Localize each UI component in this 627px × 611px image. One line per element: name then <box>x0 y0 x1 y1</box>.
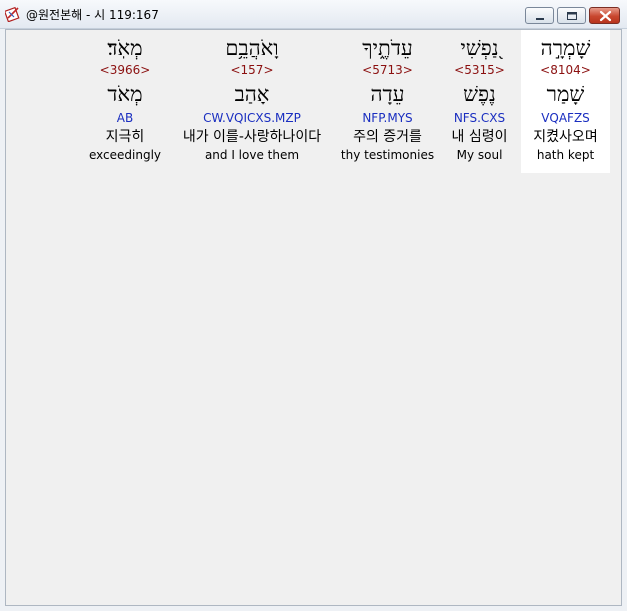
maximize-button[interactable] <box>557 7 586 24</box>
title-bar[interactable]: @원전본해 - 시 119:167 <box>0 0 627 29</box>
word-column[interactable]: וָאֹהֲבֵ֥ם <157> אָהַב CW.VQICXS.MZP 내가 … <box>167 30 337 173</box>
english-gloss: My soul <box>456 148 503 162</box>
strongs-number[interactable]: <157> <box>167 63 337 78</box>
strongs-number[interactable]: <5315> <box>438 63 521 78</box>
english-gloss: hath kept <box>536 148 595 162</box>
hebrew-lemma: אָהַב <box>234 82 270 106</box>
word-column[interactable]: נַ֭פְשִׁי <5315> נֶפֶשׁ NFS.CXS 내 심령이 My… <box>438 30 521 173</box>
maximize-icon <box>567 12 577 20</box>
morphology-code: NFS.CXS <box>453 111 506 125</box>
minimize-button[interactable] <box>525 7 554 24</box>
bible-app-icon <box>3 6 21 23</box>
hebrew-lemma: עֵדָה <box>370 82 405 106</box>
word-column[interactable]: מְאֹֽד׃ <3966> מְאֹד AB 지극히 exceedingly <box>83 30 167 173</box>
english-gloss: thy testimonies <box>340 148 435 162</box>
hebrew-lemma: שָׁמַר <box>546 82 585 106</box>
app-window: @원전본해 - 시 119:167 מְאֹֽד׃ <3966> מְאֹד A… <box>0 0 627 611</box>
english-gloss: and I love them <box>204 148 300 162</box>
strongs-number[interactable]: <8104> <box>521 63 610 78</box>
word-column[interactable]: עֵדֹתֶ֑יךָ <5713> עֵדָה NFP.MYS 주의 증거를 t… <box>337 30 438 173</box>
word-column-selected[interactable]: שָׁמְרָ֣ה <8104> שָׁמַר VQAFZS 지켰사오며 hat… <box>521 30 610 173</box>
hebrew-lemma: מְאֹד <box>107 82 143 106</box>
korean-gloss: 지켰사오며 <box>533 129 598 145</box>
korean-gloss: 내 심령이 <box>451 129 508 145</box>
minimize-icon <box>536 18 544 20</box>
window-title: @원전본해 - 시 119:167 <box>26 8 159 22</box>
strongs-number[interactable]: <3966> <box>83 63 167 78</box>
korean-gloss: 지극히 <box>105 129 145 145</box>
hebrew-word: נַ֭פְשִׁי <box>460 36 499 60</box>
close-icon <box>599 10 612 22</box>
close-button[interactable] <box>589 7 620 24</box>
strongs-number[interactable]: <5713> <box>337 63 438 78</box>
hebrew-word: מְאֹֽד׃ <box>107 36 143 60</box>
hebrew-word: שָׁמְרָ֣ה <box>540 36 591 60</box>
korean-gloss: 주의 증거를 <box>353 129 422 145</box>
hebrew-word: עֵדֹתֶ֑יךָ <box>362 36 413 60</box>
korean-gloss: 내가 이를-사랑하나이다 <box>182 129 322 145</box>
hebrew-lemma: נֶפֶשׁ <box>463 82 496 106</box>
morphology-code: AB <box>116 111 134 125</box>
morphology-code: CW.VQICXS.MZP <box>203 111 301 125</box>
english-gloss: exceedingly <box>88 148 162 162</box>
morphology-code: VQAFZS <box>541 111 590 125</box>
hebrew-word: וָאֹהֲבֵ֥ם <box>225 36 279 60</box>
morphology-code: NFP.MYS <box>362 111 413 125</box>
interlinear-panel: מְאֹֽד׃ <3966> מְאֹד AB 지극히 exceedingly … <box>5 29 622 606</box>
